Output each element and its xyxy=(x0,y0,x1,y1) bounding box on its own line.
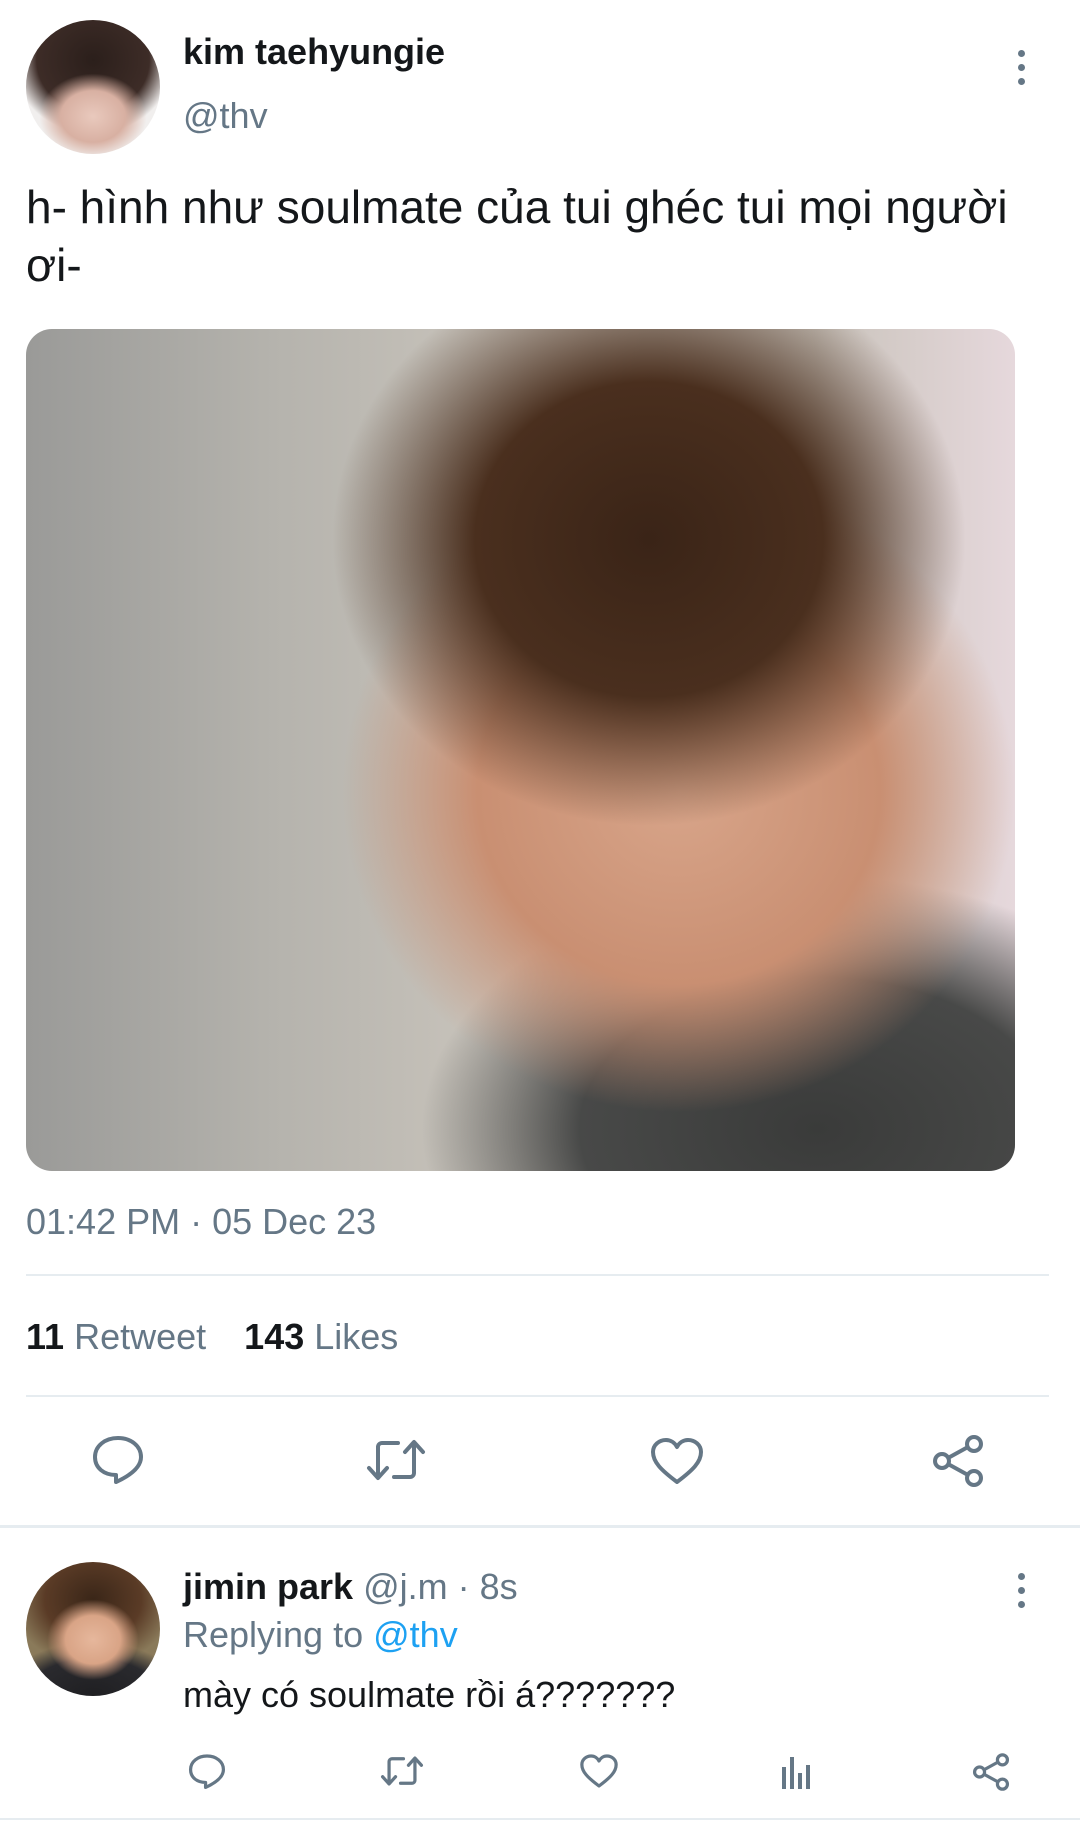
tweet-photo[interactable] xyxy=(26,329,1015,1171)
likes-stat[interactable]: 143 Likes xyxy=(244,1316,398,1357)
replying-prefix: Replying to xyxy=(183,1614,364,1655)
bottom-divider xyxy=(0,1818,1080,1820)
share-icon[interactable] xyxy=(971,1752,1011,1792)
reply-author-name[interactable]: jimin park xyxy=(183,1566,353,1607)
author-handle[interactable]: @thv xyxy=(183,94,268,138)
share-icon[interactable] xyxy=(930,1433,986,1489)
heart-icon[interactable] xyxy=(579,1753,619,1789)
divider xyxy=(26,1274,1049,1276)
comment-icon[interactable] xyxy=(187,1752,227,1790)
comment-icon[interactable] xyxy=(90,1433,146,1485)
reply-text: mày có soulmate rồi á??????? xyxy=(183,1674,676,1715)
replying-to: Replying to @thv xyxy=(183,1613,458,1657)
retweet-icon[interactable] xyxy=(364,1435,428,1485)
likes-label: Likes xyxy=(314,1316,399,1357)
reply-header: jimin park @j.m · 8s xyxy=(183,1565,518,1609)
divider xyxy=(26,1395,1049,1397)
more-vertical-icon[interactable] xyxy=(1009,1573,1033,1608)
analytics-icon[interactable] xyxy=(779,1753,813,1791)
heart-icon[interactable] xyxy=(649,1436,705,1486)
retweets-stat[interactable]: 11 Retweet xyxy=(26,1316,216,1357)
replying-handle-link[interactable]: @thv xyxy=(373,1614,458,1655)
section-divider xyxy=(0,1525,1080,1528)
retweet-icon[interactable] xyxy=(379,1753,425,1789)
likes-count: 143 xyxy=(244,1316,305,1357)
tweet-stats: 11 Retweet 143 Likes xyxy=(26,1315,398,1359)
tweet-text: h- hình như soulmate của tui ghéc tui mọ… xyxy=(26,181,1008,291)
more-vertical-icon[interactable] xyxy=(1009,50,1033,85)
tweet-timestamp: 01:42 PM · 05 Dec 23 xyxy=(26,1201,377,1242)
reply-meta: @j.m · 8s xyxy=(363,1566,518,1607)
author-name[interactable]: kim taehyungie xyxy=(183,30,445,74)
author-avatar[interactable] xyxy=(26,20,160,154)
retweet-count: 11 xyxy=(26,1316,65,1357)
reply-avatar[interactable] xyxy=(26,1562,160,1696)
retweet-label: Retweet xyxy=(74,1316,207,1357)
